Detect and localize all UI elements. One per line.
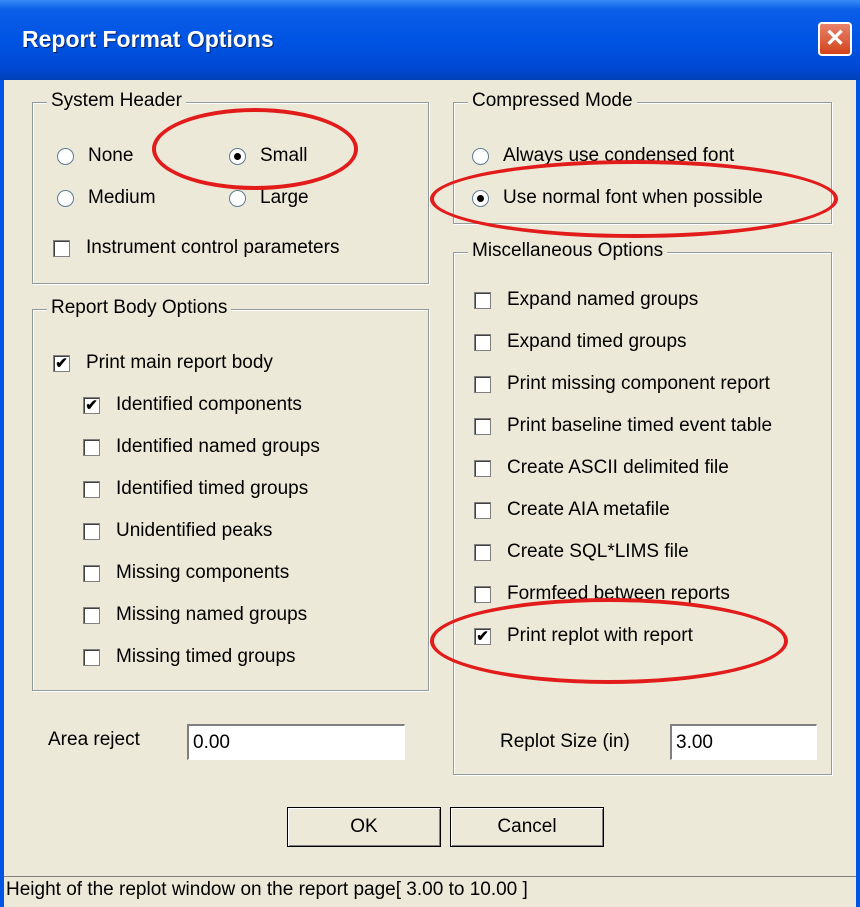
radio-normal-font[interactable]: Use normal font when possible bbox=[472, 187, 763, 209]
compressed-mode-legend: Compressed Mode bbox=[468, 90, 637, 112]
checkbox-identified-components[interactable]: ✔ Identified components bbox=[83, 394, 302, 416]
checkbox-box[interactable]: ✔ bbox=[474, 627, 491, 645]
checkbox-label: Missing named groups bbox=[116, 604, 308, 625]
radio-normal-label: Use normal font when possible bbox=[503, 187, 763, 208]
radio-small-indicator[interactable] bbox=[229, 147, 246, 165]
checkbox-label: Create AIA metafile bbox=[507, 499, 670, 520]
checkbox-label: Create ASCII delimited file bbox=[507, 457, 729, 478]
checkbox-label: Print missing component report bbox=[507, 373, 770, 394]
checkbox-unidentified-peaks[interactable]: Unidentified peaks bbox=[83, 520, 272, 542]
window-title: Report Format Options bbox=[22, 26, 274, 52]
checkbox-label: Print main report body bbox=[86, 352, 273, 373]
checkbox-missing-timed-groups[interactable]: Missing timed groups bbox=[83, 646, 296, 668]
window-frame-left bbox=[0, 80, 4, 907]
checkbox-label: Create SQL*LIMS file bbox=[507, 541, 689, 562]
close-icon: ✕ bbox=[824, 25, 846, 52]
radio-none-label: None bbox=[88, 145, 134, 166]
checkbox-box[interactable] bbox=[474, 585, 491, 603]
radio-none-indicator[interactable] bbox=[57, 147, 74, 165]
checkbox-label: Unidentified peaks bbox=[116, 520, 273, 541]
close-button[interactable]: ✕ bbox=[818, 22, 852, 56]
status-bar: Height of the replot window on the repor… bbox=[4, 876, 856, 907]
compressed-mode-group: Compressed Mode Always use condensed fon… bbox=[453, 90, 832, 224]
radio-none[interactable]: None bbox=[57, 145, 133, 167]
misc-options-group: Miscellaneous Options Expand named group… bbox=[453, 240, 832, 775]
area-reject-label: Area reject bbox=[48, 729, 140, 750]
checkbox-expand-timed-groups[interactable]: Expand timed groups bbox=[474, 331, 687, 353]
checkbox-box[interactable] bbox=[83, 606, 100, 624]
checkbox-formfeed-between-reports[interactable]: Formfeed between reports bbox=[474, 583, 730, 605]
checkbox-label: Missing timed groups bbox=[116, 646, 296, 667]
checkbox-box[interactable] bbox=[83, 564, 100, 582]
checkbox-label: Formfeed between reports bbox=[507, 583, 730, 604]
radio-normal-indicator[interactable] bbox=[472, 189, 489, 207]
checkbox-label: Print baseline timed event table bbox=[507, 415, 773, 436]
replot-size-input[interactable] bbox=[670, 724, 817, 760]
checkbox-create-ascii-delimited-file[interactable]: Create ASCII delimited file bbox=[474, 457, 729, 479]
checkbox-expand-named-groups[interactable]: Expand named groups bbox=[474, 289, 698, 311]
cancel-button-label: Cancel bbox=[497, 816, 557, 837]
instrument-control-checkbox[interactable]: Instrument control parameters bbox=[53, 237, 339, 259]
radio-condensed-font[interactable]: Always use condensed font bbox=[472, 145, 734, 167]
system-header-legend: System Header bbox=[47, 90, 186, 112]
radio-small[interactable]: Small bbox=[229, 145, 308, 167]
checkbox-create-aia-metafile[interactable]: Create AIA metafile bbox=[474, 499, 670, 521]
checkbox-box[interactable] bbox=[83, 522, 100, 540]
checkbox-label: Identified components bbox=[116, 394, 302, 415]
checkbox-print-main-report-body[interactable]: ✔ Print main report body bbox=[53, 352, 273, 374]
checkbox-label: Identified timed groups bbox=[116, 478, 309, 499]
checkbox-label: Identified named groups bbox=[116, 436, 320, 457]
title-bar: Report Format Options ✕ bbox=[0, 0, 860, 80]
area-reject-input[interactable] bbox=[187, 724, 405, 760]
radio-condensed-indicator[interactable] bbox=[472, 147, 489, 165]
window-frame-right bbox=[856, 80, 860, 907]
checkbox-box[interactable] bbox=[474, 333, 491, 351]
checkbox-identified-timed-groups[interactable]: Identified timed groups bbox=[83, 478, 308, 500]
instrument-control-label: Instrument control parameters bbox=[86, 237, 340, 258]
checkbox-print-missing-component-report[interactable]: Print missing component report bbox=[474, 373, 770, 395]
checkbox-box[interactable] bbox=[83, 480, 100, 498]
radio-large[interactable]: Large bbox=[229, 187, 309, 209]
checkbox-create-sql-lims-file[interactable]: Create SQL*LIMS file bbox=[474, 541, 689, 563]
checkbox-box[interactable] bbox=[83, 438, 100, 456]
checkbox-box[interactable] bbox=[474, 459, 491, 477]
instrument-control-box[interactable] bbox=[53, 239, 70, 257]
checkbox-label: Expand timed groups bbox=[507, 331, 687, 352]
checkbox-print-baseline-timed-event-table[interactable]: Print baseline timed event table bbox=[474, 415, 772, 437]
status-text: Height of the replot window on the repor… bbox=[6, 879, 528, 900]
checkbox-missing-components[interactable]: Missing components bbox=[83, 562, 289, 584]
checkbox-label: Expand named groups bbox=[507, 289, 699, 310]
radio-medium[interactable]: Medium bbox=[57, 187, 156, 209]
radio-medium-indicator[interactable] bbox=[57, 189, 74, 207]
ok-button-label: OK bbox=[350, 816, 378, 837]
radio-large-indicator[interactable] bbox=[229, 189, 246, 207]
checkbox-print-replot-with-report[interactable]: ✔ Print replot with report bbox=[474, 625, 693, 647]
checkbox-box[interactable] bbox=[474, 375, 491, 393]
checkbox-identified-named-groups[interactable]: Identified named groups bbox=[83, 436, 320, 458]
radio-condensed-label: Always use condensed font bbox=[503, 145, 735, 166]
checkbox-box[interactable]: ✔ bbox=[83, 396, 100, 414]
system-header-group: System Header None Small Medium Large In… bbox=[32, 90, 429, 284]
radio-small-label: Small bbox=[260, 145, 308, 166]
checkbox-box[interactable] bbox=[474, 291, 491, 309]
cancel-button[interactable]: Cancel bbox=[450, 807, 604, 847]
checkbox-box[interactable] bbox=[474, 417, 491, 435]
checkbox-missing-named-groups[interactable]: Missing named groups bbox=[83, 604, 307, 626]
ok-button[interactable]: OK bbox=[287, 807, 441, 847]
report-body-group: Report Body Options ✔ Print main report b… bbox=[32, 297, 429, 691]
checkbox-box[interactable] bbox=[474, 543, 491, 561]
radio-large-label: Large bbox=[260, 187, 309, 208]
checkbox-label: Print replot with report bbox=[507, 625, 693, 646]
replot-size-label: Replot Size (in) bbox=[500, 731, 630, 752]
checkbox-box[interactable]: ✔ bbox=[53, 354, 70, 372]
checkbox-label: Missing components bbox=[116, 562, 290, 583]
checkbox-box[interactable] bbox=[83, 648, 100, 666]
radio-medium-label: Medium bbox=[88, 187, 156, 208]
report-body-legend: Report Body Options bbox=[47, 297, 232, 319]
misc-options-legend: Miscellaneous Options bbox=[468, 240, 668, 262]
checkbox-box[interactable] bbox=[474, 501, 491, 519]
